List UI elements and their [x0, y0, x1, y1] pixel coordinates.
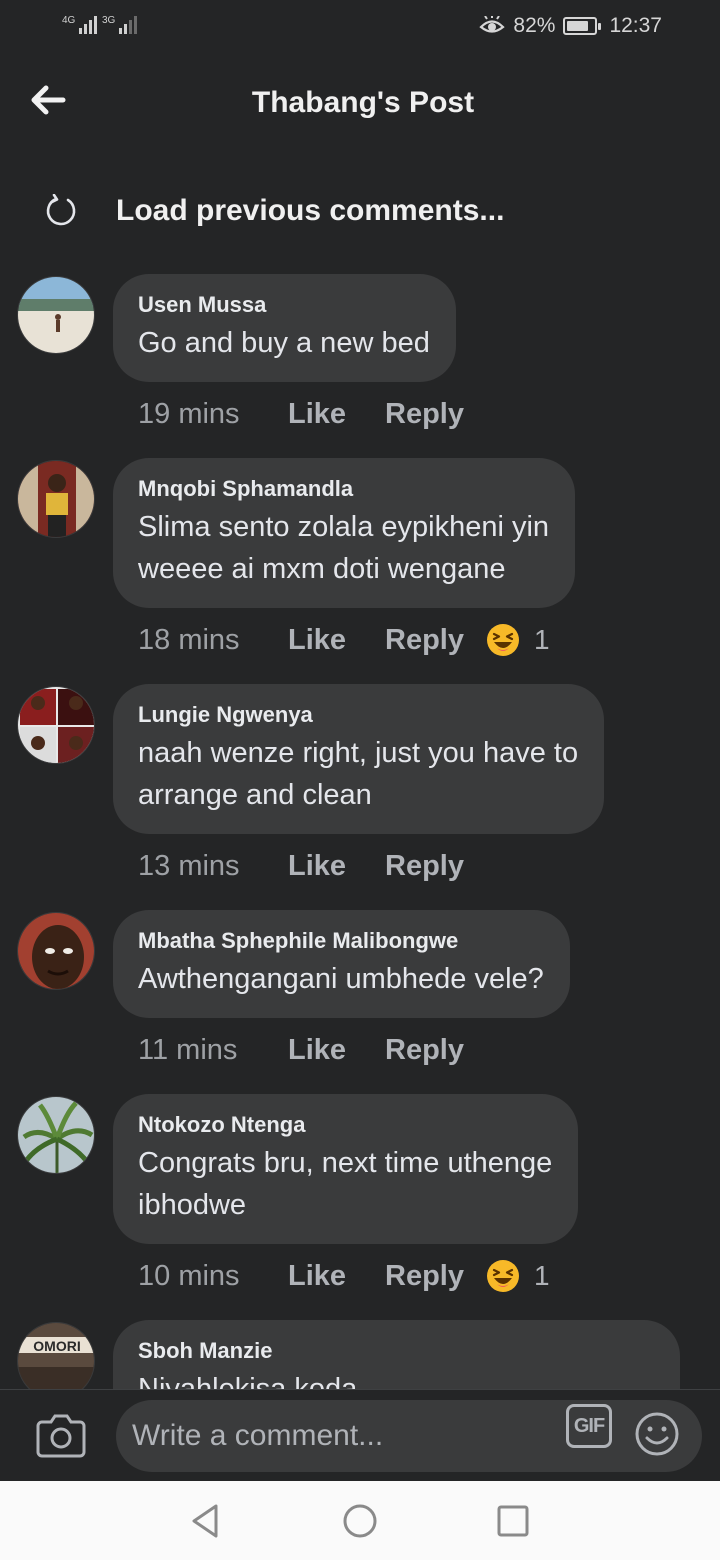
- comment-composer: [0, 1389, 720, 1481]
- avatar[interactable]: [17, 276, 95, 354]
- comment-text: Niyahlekisa koda: [138, 1373, 358, 1390]
- load-previous-comments-button[interactable]: Load previous comments...: [44, 186, 504, 236]
- like-button[interactable]: Like: [288, 624, 385, 657]
- reaction-count: 1: [533, 624, 550, 655]
- reply-button[interactable]: Reply: [385, 624, 464, 657]
- emoji-button[interactable]: [634, 1411, 680, 1457]
- reply-button[interactable]: Reply: [385, 1034, 464, 1067]
- nav-recents-button[interactable]: [493, 1501, 533, 1541]
- square-recents-icon: [497, 1505, 529, 1537]
- comment-actions: 10 mins Like Reply 1: [138, 1256, 550, 1296]
- circle-home-icon: [343, 1504, 377, 1538]
- comment-actions: 11 mins Like Reply: [138, 1030, 464, 1070]
- refresh-icon: [46, 194, 76, 226]
- status-bar: 4G 3G 82% 12:37: [0, 0, 720, 56]
- comment-bubble[interactable]: Usen Mussa Go and buy a new bed: [113, 274, 456, 382]
- reply-button[interactable]: Reply: [385, 1260, 464, 1293]
- laughing-emoji-icon: [486, 624, 519, 656]
- like-button[interactable]: Like: [288, 1260, 385, 1293]
- triangle-back-icon: [192, 1504, 218, 1538]
- signal-4g-icon: 4G: [62, 16, 98, 34]
- reply-button[interactable]: Reply: [385, 398, 464, 431]
- comment-text: Slima sento zolala eypikheni yin weeee a…: [138, 511, 550, 585]
- comment-bubble[interactable]: Ntokozo Ntenga Congrats bru, next time u…: [113, 1094, 579, 1244]
- signal-3g-icon: 3G: [102, 16, 138, 34]
- comment-author[interactable]: Mnqobi Sphamandla: [138, 476, 549, 502]
- comment-item: Mnqobi Sphamandla Slima sento zolala eyp…: [0, 458, 720, 678]
- camera-button[interactable]: [36, 1412, 86, 1458]
- reaction-summary[interactable]: 1: [486, 1259, 550, 1293]
- like-button[interactable]: Like: [288, 398, 385, 431]
- avatar[interactable]: [17, 460, 95, 538]
- eye-comfort-icon: [479, 16, 506, 33]
- battery-percent: 82%: [513, 14, 556, 37]
- comment-bubble[interactable]: Mnqobi Sphamandla Slima sento zolala eyp…: [113, 458, 576, 608]
- comment-actions: 19 mins Like Reply: [138, 394, 464, 434]
- comment-author[interactable]: Lungie Ngwenya: [138, 702, 578, 728]
- comment-author[interactable]: Ntokozo Ntenga: [138, 1112, 552, 1138]
- comment-text: Awthengangani umbhede vele?: [138, 963, 544, 995]
- comment-time: 11 mins: [138, 1033, 238, 1066]
- comment-bubble[interactable]: Lungie Ngwenya naah wenze right, just yo…: [113, 684, 605, 834]
- battery-icon: [563, 17, 602, 35]
- nav-home-button[interactable]: [340, 1501, 380, 1541]
- comment-author[interactable]: Sboh Manzie: [138, 1338, 654, 1364]
- svg-text:OMORI: OMORI: [33, 1338, 80, 1354]
- comment-input[interactable]: [116, 1400, 702, 1472]
- comment-item: Lungie Ngwenya naah wenze right, just yo…: [0, 684, 720, 904]
- comment-actions: 13 mins Like Reply: [138, 846, 464, 886]
- comment-item: Mbatha Sphephile Malibongwe Awthengangan…: [0, 910, 720, 1090]
- like-button[interactable]: Like: [288, 850, 385, 883]
- avatar[interactable]: [17, 686, 95, 764]
- reaction-summary[interactable]: 1: [486, 623, 550, 657]
- header: Thabang's Post: [0, 56, 720, 156]
- comment-time: 10 mins: [138, 1259, 240, 1292]
- comment-item: Ntokozo Ntenga Congrats bru, next time u…: [0, 1094, 720, 1314]
- comment-author[interactable]: Usen Mussa: [138, 292, 430, 318]
- comment-item: OMORI Sboh Manzie Niyahlekisa koda: [0, 1320, 720, 1390]
- comment-list: Usen Mussa Go and buy a new bed 19 mins …: [0, 272, 720, 1390]
- camera-icon: [36, 1414, 86, 1458]
- like-button[interactable]: Like: [288, 1034, 385, 1067]
- comment-time: 18 mins: [138, 623, 240, 656]
- comment-item: Usen Mussa Go and buy a new bed 19 mins …: [0, 274, 720, 454]
- comment-bubble[interactable]: Sboh Manzie Niyahlekisa koda: [113, 1320, 680, 1390]
- comment-bubble[interactable]: Mbatha Sphephile Malibongwe Awthengangan…: [113, 910, 570, 1018]
- comment-text: Congrats bru, next time uthenge ibhodwe: [138, 1147, 553, 1221]
- comment-text: naah wenze right, just you have to arran…: [138, 737, 579, 811]
- reaction-count: 1: [533, 1260, 550, 1291]
- comment-time: 13 mins: [138, 849, 240, 882]
- comment-author[interactable]: Mbatha Sphephile Malibongwe: [138, 928, 544, 954]
- gif-button[interactable]: GIF: [566, 1404, 612, 1448]
- nav-back-button[interactable]: [186, 1501, 226, 1541]
- reply-button[interactable]: Reply: [385, 850, 464, 883]
- comment-actions: 18 mins Like Reply 1: [138, 620, 550, 660]
- comment-text: Go and buy a new bed: [138, 327, 430, 359]
- avatar[interactable]: OMORI: [17, 1322, 95, 1390]
- smiley-icon: [635, 1412, 679, 1456]
- status-right: 82% 12:37: [479, 14, 662, 38]
- system-nav-bar: [0, 1481, 720, 1560]
- load-previous-label: Load previous comments...: [116, 194, 505, 227]
- comment-time: 19 mins: [138, 397, 240, 430]
- avatar[interactable]: [17, 912, 95, 990]
- clock: 12:37: [609, 14, 662, 37]
- page-title: Thabang's Post: [251, 86, 475, 119]
- laughing-emoji-icon: [486, 1260, 519, 1292]
- avatar[interactable]: [17, 1096, 95, 1174]
